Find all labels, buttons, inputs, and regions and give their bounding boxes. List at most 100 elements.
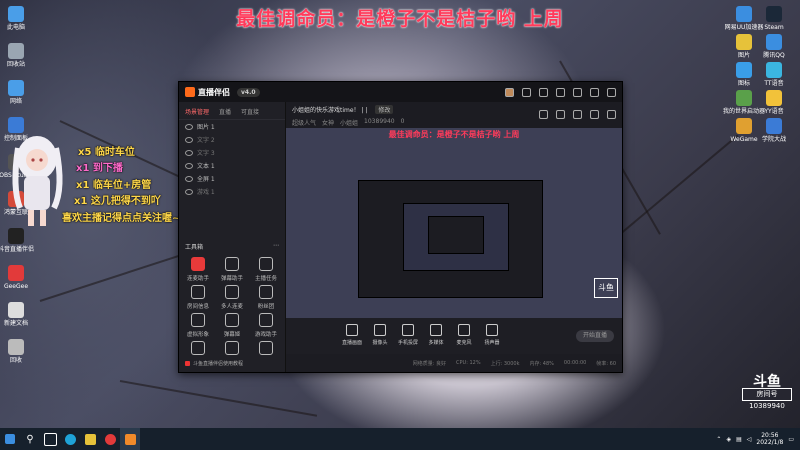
maximize-icon[interactable] — [590, 87, 599, 97]
settings-icon[interactable] — [556, 87, 565, 97]
eye-icon[interactable] — [185, 188, 193, 195]
desktop-icon[interactable]: 回收站 — [0, 43, 38, 68]
tool-button[interactable]: 多人连麦 — [217, 285, 247, 310]
desktop-icon[interactable]: GeeGee — [0, 265, 38, 290]
tutorial-link[interactable]: 斗鱼直播伴侣使用教程 — [185, 360, 243, 367]
desktop-icon-graphic — [766, 6, 782, 22]
tool-button[interactable]: 房间信息 — [183, 285, 213, 310]
desktop-icon-label: 抖音直播伴侣 — [0, 246, 34, 253]
desktop-icon[interactable]: 抖音直播伴侣 — [0, 228, 38, 253]
eye-icon[interactable] — [185, 123, 193, 130]
tool-icon — [259, 313, 273, 327]
tool-button[interactable]: 虚拟形象 — [183, 313, 213, 338]
eye-icon[interactable] — [185, 162, 193, 169]
desktop-icon[interactable]: 学院大战 — [752, 118, 796, 143]
edge-button[interactable] — [60, 428, 80, 450]
tool-label: 弹幕姬 — [223, 332, 241, 338]
scene-list: 图片 1 文字 2 文字 3 文本 1 全屏 1 游戏 1 — [179, 120, 285, 198]
tool-label: 游戏助手 — [254, 332, 277, 338]
desktop-icon[interactable]: Steam — [752, 6, 796, 31]
notification-center-icon[interactable]: ▭ — [788, 436, 794, 443]
version-badge: v4.0 — [237, 87, 260, 97]
scene-label: 图片 1 — [197, 124, 215, 131]
screen-icon[interactable] — [573, 110, 582, 119]
left-tab[interactable]: 可直接 — [241, 107, 259, 116]
desktop-icon[interactable]: 此电脑 — [0, 6, 38, 31]
room-meta-item: 女神 — [322, 120, 335, 127]
desktop-icon[interactable]: 腾讯QQ — [752, 34, 796, 59]
desktop-icon-graphic — [8, 228, 24, 244]
scene-item[interactable]: 图片 1 — [179, 120, 285, 133]
tool-button[interactable] — [251, 341, 281, 358]
volume-icon[interactable]: ◁ — [747, 436, 752, 443]
bell-icon[interactable] — [590, 110, 599, 119]
toolbox-header: 工具箱 ⋯ — [185, 242, 279, 251]
tool-button[interactable]: 连麦助手 — [183, 257, 213, 282]
notification-icon[interactable] — [539, 110, 548, 119]
search-icon: ⚲ — [26, 433, 34, 445]
desktop-icon-graphic — [736, 118, 752, 134]
taskview-button[interactable] — [40, 428, 60, 450]
desktop-icon-graphic — [8, 339, 24, 355]
douyu-icon — [104, 433, 116, 445]
douyu-icon — [185, 361, 190, 366]
desktop-icon[interactable]: TT语音 — [752, 62, 796, 87]
tool-button[interactable]: 弹幕助手 — [217, 257, 247, 282]
left-tab[interactable]: 场景管理 — [185, 107, 209, 116]
scene-item[interactable]: 文字 3 — [179, 146, 285, 159]
tool-button[interactable] — [183, 341, 213, 358]
desktop-icon-label: TT语音 — [764, 80, 784, 87]
scene-item[interactable]: 文字 2 — [179, 133, 285, 146]
live-companion-window[interactable]: 直播伴侣 v4.0 场景管理 直播 可直接 图片 1 文字 2 文字 3 文本 1 全屏 1… — [178, 81, 623, 373]
live-companion-taskbar-button[interactable] — [120, 428, 140, 450]
explorer-button[interactable] — [80, 428, 100, 450]
edit-room-button[interactable]: 修改 — [375, 105, 394, 114]
room-meta-item: 小姐姐 — [340, 120, 359, 127]
left-panel: 场景管理 直播 可直接 图片 1 文字 2 文字 3 文本 1 全屏 1 游戏 1 工具箱 ⋯… — [179, 102, 286, 372]
tool-button[interactable]: 弹幕姬 — [217, 313, 247, 338]
more-tools-icon[interactable]: ⋯ — [273, 242, 279, 251]
preview-banner: 最佳调命员：是橙子不是桔子哟 上周 — [388, 130, 520, 139]
desktop-icon-graphic — [8, 265, 24, 281]
live-companion-icon — [124, 433, 136, 445]
tool-button[interactable]: 游戏助手 — [251, 313, 281, 338]
eye-icon[interactable] — [185, 175, 193, 182]
scene-label: 文字 2 — [197, 137, 215, 144]
share-icon[interactable] — [607, 110, 616, 119]
shield-icon[interactable]: ◈ — [726, 436, 731, 443]
stream-preview[interactable]: 最佳调命员：是橙子不是桔子哟 上周 斗鱼 — [286, 128, 622, 318]
tool-button[interactable] — [217, 341, 247, 358]
eye-icon[interactable] — [185, 136, 193, 143]
clock[interactable]: 20:56 2022/1/8 — [756, 432, 783, 446]
network-icon[interactable]: ▤ — [736, 436, 742, 443]
desktop-icon[interactable]: YY语音 — [752, 90, 796, 115]
close-icon[interactable] — [607, 87, 616, 97]
title-bar[interactable]: 直播伴侣 v4.0 — [179, 82, 622, 102]
message-icon[interactable] — [522, 87, 531, 97]
minimize-icon[interactable] — [573, 87, 582, 97]
start-live-button[interactable]: 开始直播 — [576, 330, 614, 342]
scene-item[interactable]: 文本 1 — [179, 159, 285, 172]
control-icon — [346, 324, 358, 336]
avatar[interactable] — [505, 87, 514, 97]
search-button[interactable]: ⚲ — [20, 428, 40, 450]
desktop-icon[interactable]: 新建文档 — [0, 302, 38, 327]
tool-icon — [191, 285, 205, 299]
tray-arrow-icon[interactable]: ⌃ — [716, 436, 721, 443]
desktop-icon[interactable]: 回收 — [0, 339, 38, 364]
toolbox-title: 工具箱 — [185, 244, 204, 251]
left-tab[interactable]: 直播 — [219, 107, 231, 116]
start-button[interactable] — [0, 428, 20, 450]
desktop-icon-label: 网络 — [9, 98, 22, 105]
desktop-icon[interactable]: 网络 — [0, 80, 38, 105]
tool-button[interactable]: 粉丝团 — [251, 285, 281, 310]
desktop-icon-graphic — [736, 6, 752, 22]
scene-item[interactable]: 全屏 1 — [179, 172, 285, 185]
tool-button[interactable]: 主播任务 — [251, 257, 281, 282]
scene-item[interactable]: 游戏 1 — [179, 185, 285, 198]
lock-icon[interactable] — [556, 110, 565, 119]
gift-icon[interactable] — [539, 87, 548, 97]
douyu-taskbar-button[interactable] — [100, 428, 120, 450]
eye-icon[interactable] — [185, 149, 193, 156]
control-button[interactable]: 扬声器 — [476, 324, 508, 346]
